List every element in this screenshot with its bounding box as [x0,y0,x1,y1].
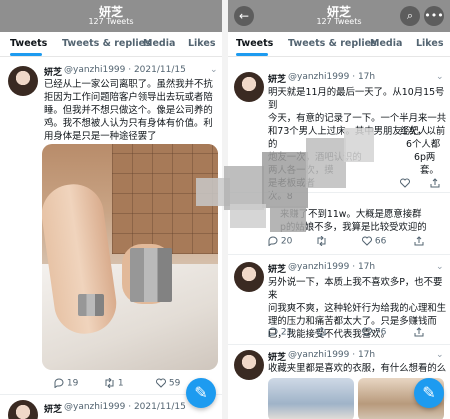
tweet-handle-date: @yanzhi1999 · 17h [288,72,376,82]
mosaic-block [230,204,266,228]
mosaic-block [262,152,308,208]
heart-icon [156,378,166,388]
share-icon [414,236,424,246]
reply-count: 23 [280,327,293,338]
reply-icon [268,236,278,247]
tweet-text-line: 今天，有意的记录了一下。一个半月来一共 [268,113,447,124]
like-count: 66 [374,236,387,247]
share-icon [414,327,424,337]
tweet-handle-date: @yanzhi1999 · 17h [288,262,376,272]
heart-icon [362,236,372,246]
mosaic-censor [78,294,104,316]
retweet-button[interactable]: 1 [104,377,124,389]
share-icon [430,178,440,188]
retweet-icon [105,377,114,389]
mosaic-block [344,128,374,162]
tab-likes[interactable]: Likes [188,38,215,49]
like-count: 76 [374,327,387,338]
tab-tweets[interactable]: Tweets [10,38,47,49]
reply-count: 19 [66,378,79,389]
tweet-text-line: 明天就是11月的最后一天了。从10月15号到 [268,87,445,111]
tweet-handle-date: @yanzhi1999 · 2021/11/15 [64,402,186,412]
share-button[interactable] [414,236,424,247]
tweet-text-line: 另外说一下，本质上我不喜欢多P，也不要来 [268,277,443,301]
tweet-author-name[interactable]: 妍芝 [268,72,286,85]
chevron-down-icon[interactable]: ⌄ [210,65,218,75]
tweet-handle-date: @yanzhi1999 · 17h [288,350,376,360]
tweet-text-fragment: 套。 [420,165,439,176]
tweet-text-fragment: 经纪人 [400,126,429,137]
mosaic-censor [130,248,172,302]
avatar[interactable] [8,66,38,96]
heart-icon [362,327,372,337]
tweet-text: 已经从上一家公司离职了。虽然我并不抗拒因为工作问题陪客户领导出去玩或者陪睡。但我… [44,79,213,142]
profile-header: ← 妍芝 127 Tweets ⌕ ••• [228,0,450,32]
chevron-down-icon[interactable]: ⌄ [436,72,444,82]
retweet-button[interactable] [316,235,327,247]
tweet-actions: 20 66 [268,235,444,248]
retweet-icon [317,235,326,247]
chevron-down-icon[interactable]: ⌄ [436,262,444,272]
tweet-author-name[interactable]: 妍芝 [268,262,286,275]
tab-media[interactable]: Media [143,38,175,49]
reply-button[interactable]: 23 [268,327,292,338]
reply-icon [268,327,278,338]
tweet-author-name[interactable]: 妍芝 [44,402,62,415]
tweet-text-fragment: 6个人都 [406,139,441,150]
active-tab-indicator [236,53,268,56]
profile-tabs: Tweets Tweets & replies Media Likes [228,32,450,57]
reply-count: 20 [280,236,293,247]
tab-likes[interactable]: Likes [416,38,443,49]
tab-tweets-replies[interactable]: Tweets & replies [62,38,151,49]
retweet-count: 1 [117,378,124,389]
divider [228,344,450,345]
like-button[interactable]: 76 [362,327,386,338]
tweet-text-line: 问我爽不爽，这种轮奸行为给我的心理和生 [268,303,447,314]
tweet-actions: 23 76 [268,326,444,339]
tweet-photo[interactable] [268,378,354,419]
retweet-button[interactable] [316,326,327,338]
avatar[interactable] [234,350,264,380]
share-button[interactable] [414,327,424,338]
reply-button[interactable]: 20 [268,236,292,247]
tweet-count: 127 Tweets [88,17,134,26]
chevron-down-icon[interactable]: ⌄ [436,350,444,360]
like-button[interactable]: 59 [156,378,180,389]
tweet-text-fragment: 6p两 [414,152,436,163]
like-button[interactable] [400,178,410,189]
avatar[interactable] [234,262,264,292]
compose-tweet-button[interactable]: ✎ [186,378,216,408]
profile-tabs: Tweets Tweets & replies Media Likes [0,32,222,57]
search-icon[interactable]: ⌕ [400,6,420,26]
mosaic-block [306,138,346,188]
mosaic-block [270,206,306,232]
left-screenshot: 妍芝 127 Tweets Tweets Tweets & replies Me… [0,0,222,419]
tweet-text: 收藏夹里都是喜欢的衣服，有什么想看的么 [268,363,447,374]
like-count: 59 [168,378,181,389]
retweet-icon [317,326,326,338]
tweet-photo[interactable] [42,144,218,370]
share-button[interactable] [430,178,440,189]
tab-tweets[interactable]: Tweets [236,38,273,49]
feather-plus-icon: ✎ [194,383,208,402]
tweet-handle-date: @yanzhi1999 · 2021/11/15 [64,65,186,75]
compose-tweet-button[interactable]: ✎ [414,378,444,408]
more-icon[interactable]: ••• [424,6,444,26]
profile-header: 妍芝 127 Tweets [0,0,222,32]
avatar[interactable] [234,72,264,102]
reply-icon [54,378,64,389]
tab-tweets-replies[interactable]: Tweets & replies [288,38,377,49]
heart-icon [400,178,410,188]
feather-plus-icon: ✎ [422,383,436,402]
tweet-author-name[interactable]: 妍芝 [44,65,62,78]
avatar[interactable] [8,400,38,419]
divider [228,254,450,255]
tab-media[interactable]: Media [370,38,402,49]
reply-button[interactable]: 19 [54,378,78,389]
active-tab-indicator [10,53,42,56]
like-button[interactable]: 66 [362,236,386,247]
